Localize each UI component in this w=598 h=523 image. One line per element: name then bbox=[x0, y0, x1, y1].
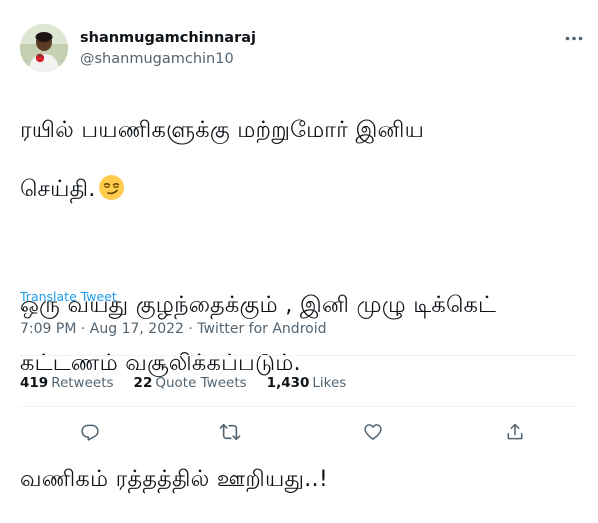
translate-tweet-link[interactable]: Translate Tweet bbox=[20, 289, 117, 304]
avatar[interactable] bbox=[20, 24, 68, 72]
meta-separator: · bbox=[188, 321, 193, 337]
likes-stat[interactable]: 1,430 Likes bbox=[267, 375, 347, 391]
tweet-date[interactable]: Aug 17, 2022 bbox=[90, 321, 184, 337]
reply-icon[interactable] bbox=[76, 418, 104, 446]
avatar-image bbox=[20, 24, 68, 72]
tweet-line: ரயில் பயணிகளுக்கு மற்றுமோர் இனிய bbox=[20, 116, 580, 145]
heart-icon[interactable] bbox=[359, 418, 387, 446]
tweet-line-text: கட்டணம் வசூலிக்கப்படும். bbox=[20, 350, 301, 376]
tweet-line: கட்டணம் வசூலிக்கப்படும். bbox=[20, 349, 580, 378]
tweet-card: shanmugamchinnaraj @shanmugamchin10 ரயில… bbox=[0, 0, 598, 492]
divider bbox=[20, 355, 578, 356]
retweet-icon[interactable] bbox=[216, 418, 244, 446]
tweet-line: வணிகம் ரத்தத்தில் ஊறியது..! bbox=[20, 465, 580, 494]
quote-tweets-stat[interactable]: 22 Quote Tweets bbox=[134, 375, 247, 391]
retweets-label: Retweets bbox=[51, 375, 114, 391]
display-name[interactable]: shanmugamchinnaraj bbox=[80, 29, 256, 47]
share-icon[interactable] bbox=[501, 418, 529, 446]
tweet-line-text: ரயில் பயணிகளுக்கு மற்றுமோர் இனிய bbox=[20, 117, 425, 143]
divider bbox=[20, 406, 578, 407]
tweet-actions bbox=[20, 418, 578, 446]
smirking-face-emoji-icon bbox=[98, 174, 125, 201]
tweet-stats: 419 Retweets 22 Quote Tweets 1,430 Likes bbox=[20, 375, 366, 391]
likes-count: 1,430 bbox=[266, 375, 310, 391]
retweets-stat[interactable]: 419 Retweets bbox=[20, 375, 114, 391]
quote-tweets-count: 22 bbox=[133, 375, 153, 391]
tweet-line-text: செய்தி. bbox=[20, 176, 96, 202]
tweet-line: செய்தி. bbox=[20, 174, 580, 204]
more-options-icon[interactable] bbox=[564, 30, 584, 46]
meta-separator: · bbox=[80, 321, 86, 337]
quote-tweets-label: Quote Tweets bbox=[155, 375, 247, 391]
likes-label: Likes bbox=[312, 375, 347, 391]
tweet-source[interactable]: Twitter for Android bbox=[197, 321, 326, 337]
tweet-text: ரயில் பயணிகளுக்கு மற்றுமோர் இனிய செய்தி.… bbox=[20, 87, 580, 523]
tweet-meta: 7:09 PM · Aug 17, 2022 · Twitter for And… bbox=[20, 321, 326, 337]
user-handle[interactable]: @shanmugamchin10 bbox=[80, 50, 256, 68]
tweet-time[interactable]: 7:09 PM bbox=[20, 321, 76, 337]
retweets-count: 419 bbox=[20, 375, 49, 391]
author-names: shanmugamchinnaraj @shanmugamchin10 bbox=[80, 29, 256, 68]
